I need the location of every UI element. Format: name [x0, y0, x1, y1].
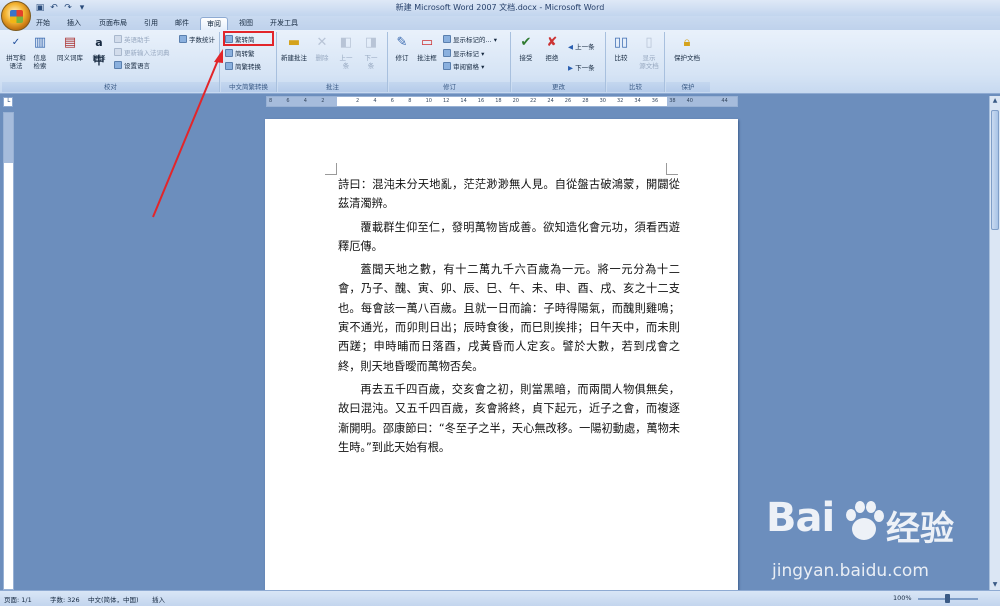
arrow-shaft: [152, 59, 219, 218]
arrow-head: [214, 49, 223, 63]
annotation-arrow: [152, 49, 223, 218]
